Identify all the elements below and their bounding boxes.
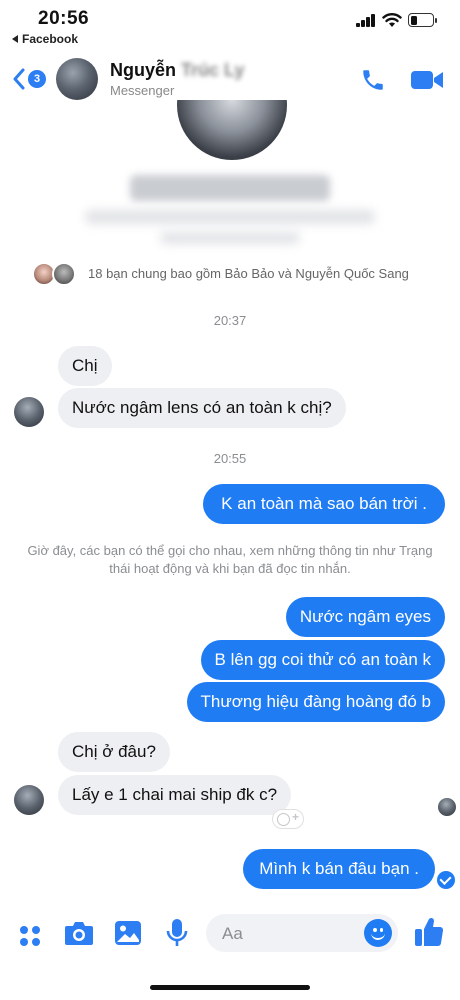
message-composer: Aa <box>0 910 460 960</box>
mutual-friends-text: 18 bạn chung bao gồm Bảo Bảo và Nguyễn Q… <box>88 266 409 281</box>
message-input-placeholder: Aa <box>222 924 243 943</box>
incoming-message[interactable]: Chị <box>58 346 112 386</box>
emoji-icon[interactable] <box>364 919 392 947</box>
back-app-label: Facebook <box>22 32 79 46</box>
message-timestamp: 20:37 <box>213 313 247 328</box>
video-call-icon[interactable] <box>410 69 444 91</box>
contact-avatar[interactable] <box>56 58 98 100</box>
gallery-icon[interactable] <box>114 920 142 946</box>
back-chevron-icon[interactable] <box>12 68 26 90</box>
profile-info-blurred <box>85 210 375 224</box>
incoming-message[interactable]: Lấy e 1 chai mai ship đk c? <box>58 775 292 815</box>
smiley-outline-icon <box>277 813 290 826</box>
battery-icon <box>408 13 437 27</box>
contact-name[interactable]: Nguyễn Trúc Ly <box>110 60 244 81</box>
menu-dots-icon[interactable] <box>18 924 42 948</box>
seen-indicator-avatar <box>438 798 456 816</box>
incoming-message[interactable]: Nước ngâm lens có an toàn k chị? <box>58 388 346 428</box>
privacy-notice: Giờ đây, các bạn có thể gọi cho nhau, xe… <box>27 543 433 576</box>
conversation-header: 3 Nguyễn Trúc Ly Messenger <box>0 52 460 106</box>
wifi-icon <box>382 13 402 27</box>
mutual-friend-avatar <box>52 262 76 286</box>
profile-photo[interactable] <box>177 100 287 160</box>
plus-icon: + <box>292 810 300 824</box>
outgoing-message[interactable]: Mình k bán đâu bạn . <box>243 849 435 889</box>
microphone-icon[interactable] <box>166 918 188 948</box>
outgoing-message[interactable]: K an toàn mà sao bán trời . <box>203 484 445 524</box>
add-reaction-button[interactable]: + <box>272 809 304 829</box>
profile-info-blurred-2 <box>160 232 300 244</box>
home-indicator[interactable] <box>150 985 310 990</box>
status-time: 20:56 <box>38 8 90 29</box>
incoming-message[interactable]: Chị ở đâu? <box>58 732 170 772</box>
contact-name-first: Nguyễn <box>110 60 177 80</box>
contact-name-blurred: Trúc Ly <box>181 60 245 80</box>
outgoing-message[interactable]: B lên gg coi thử có an toàn k <box>200 640 445 680</box>
mutual-friends-row: 18 bạn chung bao gồm Bảo Bảo và Nguyễn Q… <box>0 262 460 288</box>
outgoing-message[interactable]: Nước ngâm eyes <box>285 597 445 637</box>
phone-call-icon[interactable] <box>360 67 386 93</box>
unread-count-badge[interactable]: 3 <box>28 70 46 88</box>
profile-name-blurred <box>130 175 330 201</box>
back-triangle-icon <box>12 34 18 43</box>
contact-avatar-small[interactable] <box>14 785 44 815</box>
thumbs-up-icon[interactable] <box>414 916 444 948</box>
delivered-check-icon <box>437 871 455 889</box>
contact-subtitle: Messenger <box>110 83 175 98</box>
outgoing-message[interactable]: Thương hiệu đàng hoàng đó b <box>186 682 445 722</box>
contact-avatar-small[interactable] <box>14 397 44 427</box>
back-to-app-link[interactable]: Facebook <box>12 32 78 46</box>
message-timestamp: 20:55 <box>213 451 247 466</box>
signal-icon <box>356 14 376 27</box>
status-bar: 20:56 Facebook <box>0 0 460 50</box>
camera-icon[interactable] <box>64 920 94 946</box>
